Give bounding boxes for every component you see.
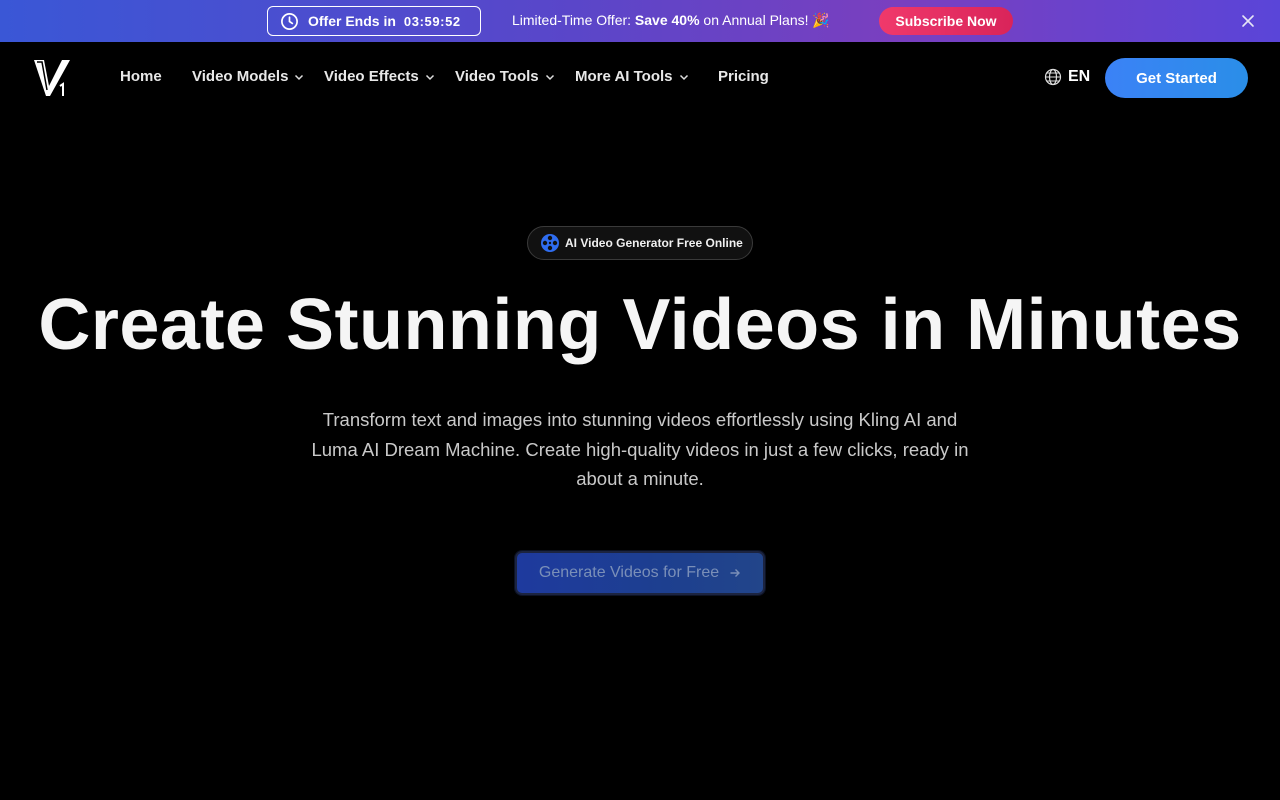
promo-banner: Offer Ends in 03:59:52 Limited-Time Offe… xyxy=(0,0,1280,42)
subscribe-button[interactable]: Subscribe Now xyxy=(879,7,1013,35)
nav-item-video-models[interactable]: Video Models xyxy=(192,68,304,85)
get-started-button[interactable]: Get Started xyxy=(1105,58,1248,98)
badge-label: AI Video Generator Free Online xyxy=(565,236,743,250)
language-label: EN xyxy=(1068,68,1091,85)
chevron-down-icon xyxy=(545,74,554,80)
nav-label: Video Tools xyxy=(455,68,539,85)
hero-title: Create Stunning Videos in Minutes xyxy=(38,285,1242,365)
nav-item-pricing[interactable]: Pricing xyxy=(718,68,769,85)
promo-prefix: Limited-Time Offer: xyxy=(512,12,635,28)
hero-subtitle: Transform text and images into stunning … xyxy=(311,409,969,489)
promo-highlight: Save 40% xyxy=(634,12,700,28)
nav-label: Video Models xyxy=(192,68,289,85)
timer-label: Offer Ends in xyxy=(308,13,396,29)
nav-label: Pricing xyxy=(718,68,769,85)
offer-timer: Offer Ends in 03:59:52 xyxy=(267,6,481,36)
generate-videos-button[interactable]: Generate Videos for Free xyxy=(515,551,765,595)
clock-icon xyxy=(281,12,298,30)
close-icon[interactable] xyxy=(1240,13,1256,29)
cta-label: Generate Videos for Free xyxy=(538,564,720,581)
language-selector[interactable]: EN xyxy=(1044,68,1090,86)
nav-label: Video Effects xyxy=(324,68,419,85)
timer-value: 03:59:52 xyxy=(403,13,461,29)
chevron-down-icon xyxy=(425,74,434,80)
nav-label: More AI Tools xyxy=(575,68,673,85)
nav-item-more-ai-tools[interactable]: More AI Tools xyxy=(575,68,689,85)
nav-item-home[interactable]: Home xyxy=(120,68,162,85)
arrow-right-icon xyxy=(730,569,741,577)
chevron-down-icon xyxy=(679,74,688,80)
promo-suffix: on Annual Plans! 🎉 xyxy=(699,12,830,28)
nav-item-video-effects[interactable]: Video Effects xyxy=(324,68,435,85)
logo-icon[interactable] xyxy=(32,56,72,100)
nav-label: Home xyxy=(120,68,162,85)
hero-badge: AI Video Generator Free Online xyxy=(527,226,753,260)
nav-item-video-tools[interactable]: Video Tools xyxy=(455,68,555,85)
chevron-down-icon xyxy=(295,74,304,80)
film-reel-icon xyxy=(541,234,559,252)
globe-icon xyxy=(1044,68,1062,86)
promo-text: Limited-Time Offer: Save 40% on Annual P… xyxy=(512,12,830,29)
